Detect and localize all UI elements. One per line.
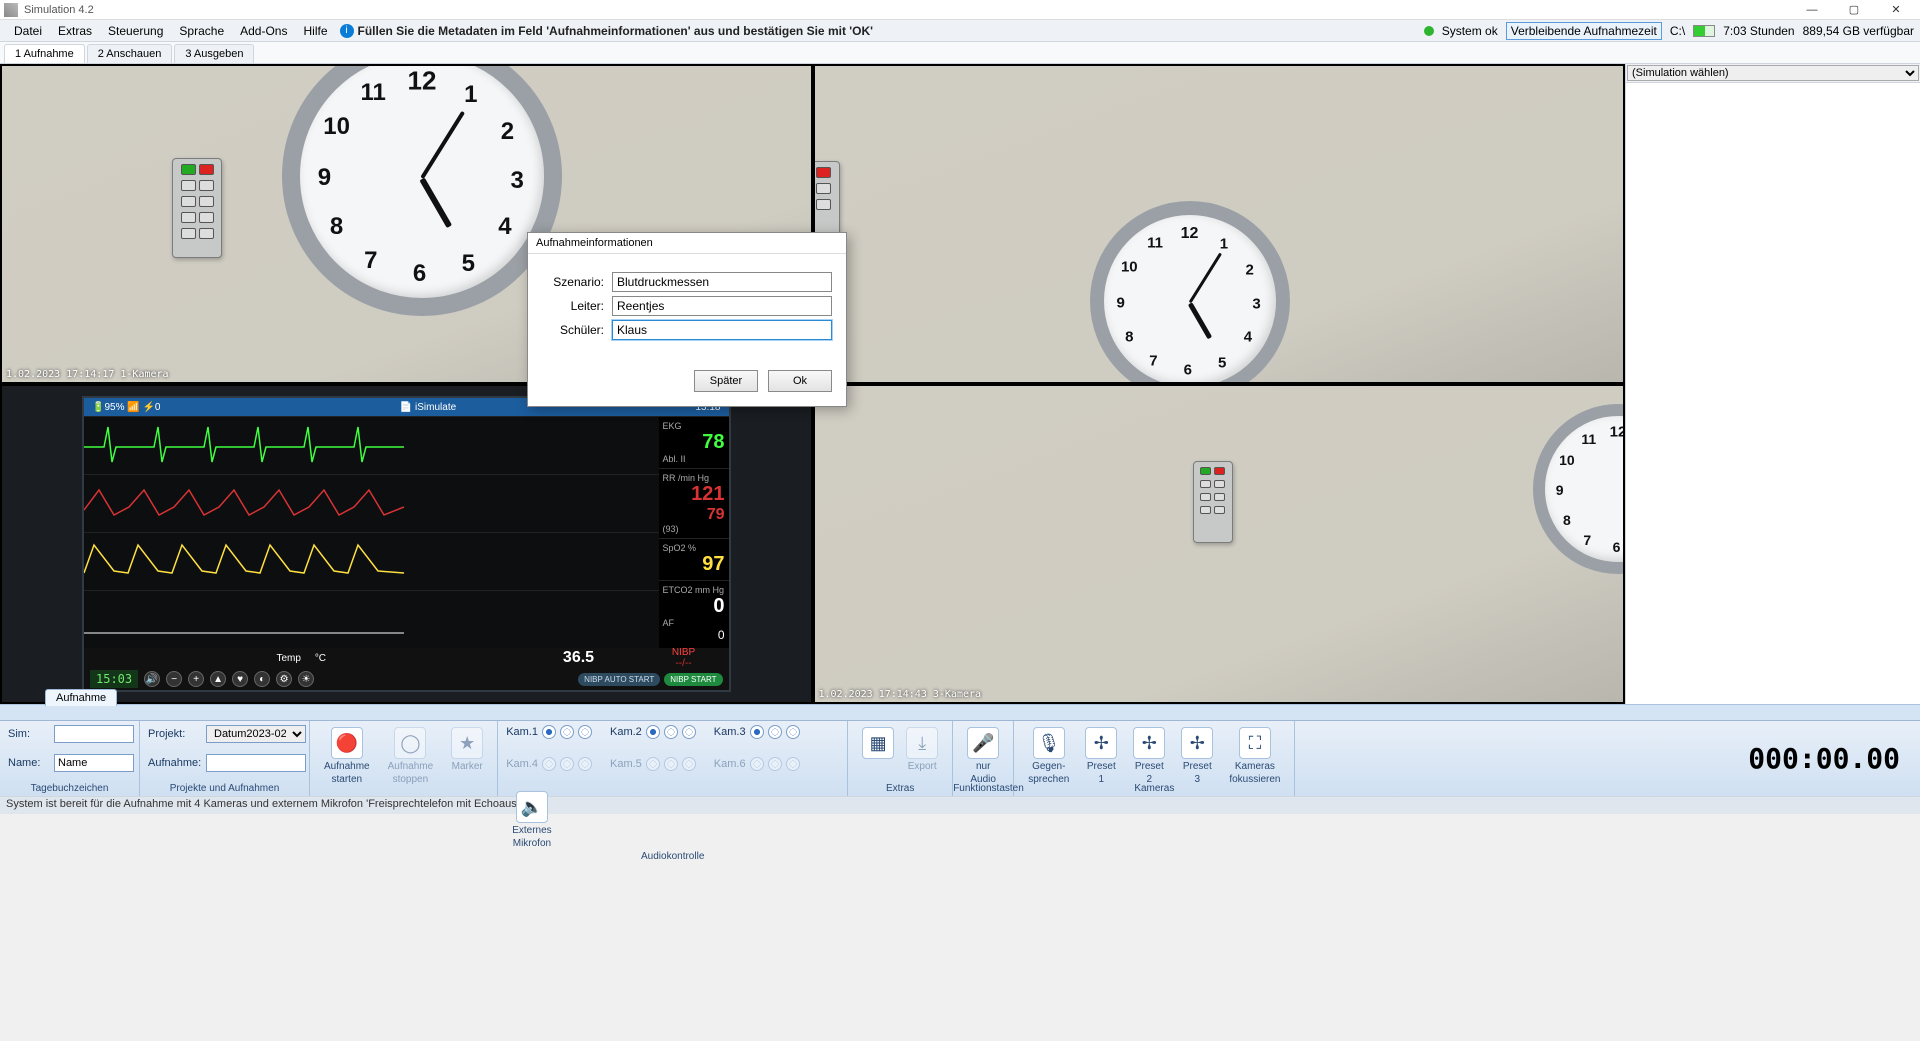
szenario-label: Szenario: [542,275,604,289]
schueler-label: Schüler: [542,323,604,337]
szenario-input[interactable] [612,272,832,292]
dialog-title: Aufnahmeinformationen [528,233,846,254]
recording-info-dialog: Aufnahmeinformationen Szenario: Leiter: … [527,232,847,407]
dialog-later-button[interactable]: Später [694,370,758,392]
leiter-input[interactable] [612,296,832,316]
dialog-overlay: Aufnahmeinformationen Szenario: Leiter: … [0,0,1920,1041]
dialog-ok-button[interactable]: Ok [768,370,832,392]
leiter-label: Leiter: [542,299,604,313]
schueler-input[interactable] [612,320,832,340]
